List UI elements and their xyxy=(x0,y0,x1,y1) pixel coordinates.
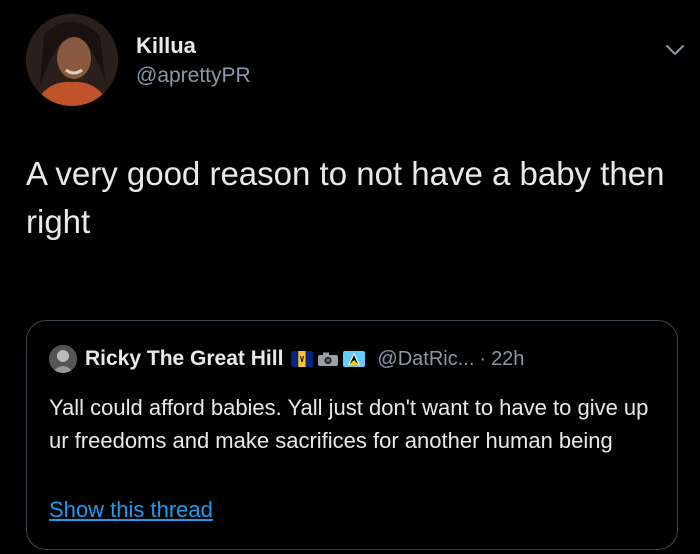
barbados-flag-icon xyxy=(291,351,314,367)
author-handle[interactable]: @aprettyPR xyxy=(136,64,251,88)
quoted-author-handle[interactable]: @DatRic... xyxy=(377,348,474,371)
quoted-tweet-card[interactable]: Ricky The Great Hill @DatRic... · 22h Ya… xyxy=(26,320,678,550)
author-display-name[interactable]: Killua xyxy=(136,33,196,59)
user-avatar-icon xyxy=(49,345,77,373)
quoted-tweet-text: Yall could afford babies. Yall just don'… xyxy=(49,395,649,453)
quoted-tweet-timestamp[interactable]: 22h xyxy=(491,348,524,371)
camera-icon xyxy=(317,351,339,367)
tweet: Killua @aprettyPR A very good reason to … xyxy=(0,0,700,554)
author-avatar[interactable] xyxy=(26,14,118,106)
quoted-tweet-header: Ricky The Great Hill @DatRic... · 22h xyxy=(49,345,524,373)
quoted-author-display-name[interactable]: Ricky The Great Hill xyxy=(85,347,283,371)
saint-lucia-flag-icon xyxy=(343,351,366,367)
show-thread-link[interactable]: Show this thread xyxy=(49,497,213,523)
separator-dot: · xyxy=(479,347,487,370)
chevron-down-icon[interactable] xyxy=(663,38,687,62)
tweet-text: A very good reason to not have a baby th… xyxy=(26,155,665,240)
user-avatar-icon xyxy=(26,14,118,106)
quoted-author-avatar[interactable] xyxy=(49,345,77,373)
